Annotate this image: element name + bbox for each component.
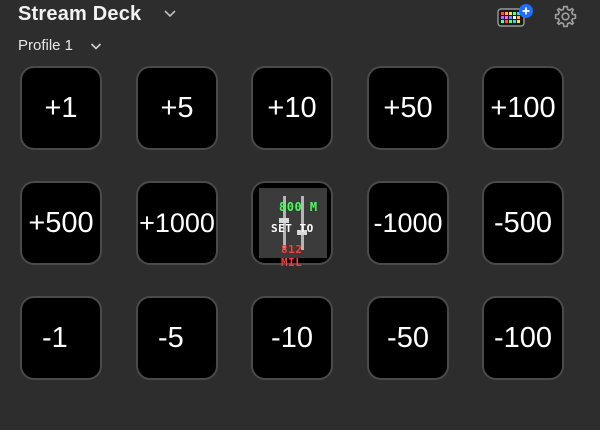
key-plus-500[interactable]: +500 [20,181,102,265]
key-label: -5 [158,321,184,354]
profile-label: Profile 1 [18,37,74,54]
top-bar: Stream Deck [0,0,600,34]
key-plus-1000[interactable]: +1000 [136,181,218,265]
key-minus-10[interactable]: -10 [251,296,333,380]
keyboard-device-icon[interactable] [496,3,534,31]
set-to-caption: SET TO [271,222,314,235]
key-plus-100[interactable]: +100 [482,66,564,150]
key-label: -1 [42,321,68,354]
key-minus-500[interactable]: -500 [482,181,564,265]
gear-icon[interactable] [553,4,578,29]
chevron-down-icon[interactable] [163,9,177,19]
key-plus-10[interactable]: +10 [251,66,333,150]
key-label: -500 [493,206,553,239]
key-minus-5[interactable]: -5 [136,296,218,380]
plus-icon [519,4,533,18]
key-minus-1000[interactable]: -1000 [367,181,449,265]
key-minus-1[interactable]: -1 [20,296,102,380]
key-plus-5[interactable]: +5 [136,66,218,150]
app-title: Stream Deck [18,3,142,25]
key-label: +1 [44,91,78,124]
key-label: +100 [490,91,556,124]
key-minus-50[interactable]: -50 [367,296,449,380]
key-label: +1000 [139,207,215,238]
key-minus-100[interactable]: -100 [482,296,564,380]
key-label: -50 [387,321,429,354]
key-label: +5 [160,91,194,124]
chevron-down-icon[interactable] [90,42,102,51]
key-plus-50[interactable]: +50 [367,66,449,150]
key-plus-1[interactable]: +1 [20,66,102,150]
set-to-target-value: 812 MIL [281,243,303,269]
key-label: -10 [271,321,313,354]
set-to-current-value: 800 M [279,200,318,214]
set-to-key-image: 800 M SET TO 812 MIL [259,188,327,269]
key-set-to[interactable]: 800 M SET TO 812 MIL [251,181,333,269]
key-label: -100 [493,321,553,354]
key-label: +500 [28,206,94,239]
profile-selector[interactable]: Profile 1 [18,37,102,57]
key-label: +50 [383,91,433,124]
key-label: -1000 [373,207,443,238]
key-label: +10 [267,91,317,124]
